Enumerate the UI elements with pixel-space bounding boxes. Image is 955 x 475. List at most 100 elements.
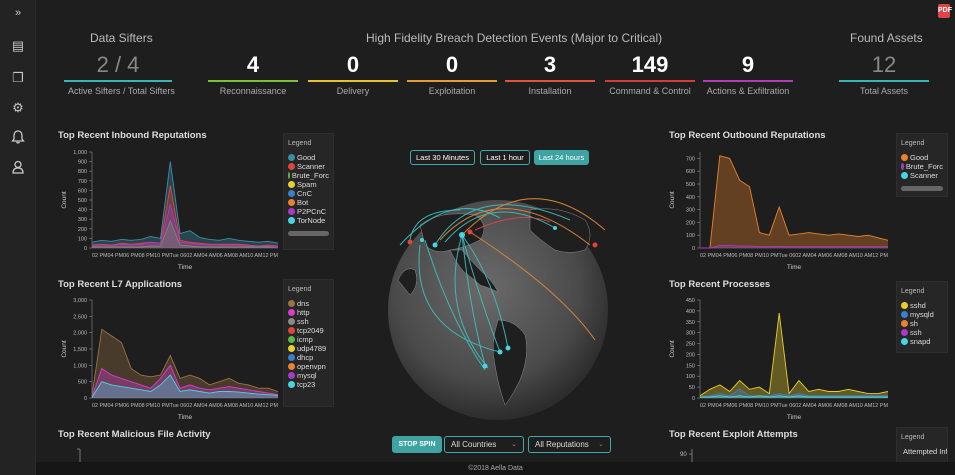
legend-label: tcp23	[297, 380, 316, 389]
legend-label: icmp	[297, 335, 313, 344]
y-tick-label: 350	[686, 320, 695, 326]
attack-globe[interactable]	[380, 170, 615, 432]
legend-item[interactable]: mysqld	[901, 310, 943, 319]
legend-swatch	[288, 217, 295, 224]
y-tick-label: 500	[686, 182, 695, 188]
series-area	[92, 161, 278, 248]
legend-item[interactable]: sshd	[901, 301, 943, 310]
legend-item[interactable]: dns	[288, 299, 329, 308]
legend-item[interactable]: Scanner	[288, 162, 329, 171]
bell-icon[interactable]	[9, 130, 27, 146]
legend-item[interactable]: Good	[901, 153, 943, 162]
legend-item[interactable]: ssh	[901, 328, 943, 337]
exploit-attempts-chart: 90	[680, 449, 693, 463]
y-tick-label: 1,500	[73, 347, 87, 353]
y-tick-label: 2,500	[73, 314, 87, 320]
found-assets-title: Found Assets	[850, 31, 923, 45]
legend-scrollbar[interactable]	[288, 231, 329, 236]
user-icon[interactable]	[9, 160, 27, 176]
inbound-reputations-title: Top Recent Inbound Reputations	[58, 130, 207, 141]
l7-legend: Legend dns http ssh tcp2049 icmp udp4789 dhcp op…	[283, 279, 334, 407]
legend-item[interactable]: Bot	[288, 198, 329, 207]
stop-spin-button[interactable]: STOP SPIN	[392, 436, 442, 453]
data-sifters-title: Data Sifters	[90, 31, 153, 45]
y-axis-label: Count	[669, 191, 676, 209]
kpi-bar	[605, 80, 695, 82]
legend-swatch	[288, 345, 295, 352]
x-tick-labels: 02 PM04 PM06 PM08 PM10 PMTue 0602 AM04 A…	[700, 403, 888, 409]
y-tick-label: 0	[692, 246, 695, 252]
legend-item[interactable]: Brute_Forc	[288, 171, 329, 180]
legend-item[interactable]: P2PCnC	[288, 207, 329, 216]
kpi-bar	[308, 80, 398, 82]
y-tick-label: 300	[78, 217, 87, 223]
countries-dropdown[interactable]: All Countries ⌄	[444, 436, 524, 453]
expand-chevrons-icon[interactable]: »	[9, 5, 27, 21]
legend-item[interactable]: dhcp	[288, 353, 329, 362]
legend-swatch	[288, 190, 295, 197]
legend-item[interactable]: snapd	[901, 337, 943, 346]
malicious-file-chart	[77, 448, 81, 463]
legend-label: Scanner	[297, 162, 325, 171]
legend-item[interactable]: TorNode	[288, 216, 329, 225]
reputations-dropdown[interactable]: All Reputations ⌄	[528, 436, 611, 453]
y-tick-label: 200	[78, 227, 87, 233]
legend-swatch	[288, 318, 295, 325]
legend-label: http	[297, 308, 310, 317]
legend-label: P2PCnC	[297, 207, 327, 216]
legend-label: sshd	[910, 301, 926, 310]
legend-item[interactable]: Spam	[288, 180, 329, 189]
malicious-file-title: Top Recent Malicious File Activity	[58, 429, 211, 440]
inbound-reputations-chart: 1,000 900 800 700 600 500 400 300 200 100 0 Count 02…	[61, 150, 279, 271]
legend-swatch	[288, 208, 295, 215]
sidebar: » ▤ ❐ ⚙	[0, 0, 36, 475]
legend-title: Legend	[901, 140, 925, 147]
y-tick-label: 200	[686, 220, 695, 226]
legend-item[interactable]: Brute_Forc	[901, 162, 943, 171]
y-tick-label: 700	[686, 156, 695, 162]
legend-swatch	[901, 172, 908, 179]
series-area	[700, 313, 888, 398]
legend-item[interactable]: CnC	[288, 189, 329, 198]
countries-dropdown-value: All Countries	[451, 440, 497, 449]
kpi-value: 12	[871, 52, 897, 77]
legend-item[interactable]: Good	[288, 153, 329, 162]
kpi-value: 3	[543, 52, 557, 77]
kpi-value: 0	[445, 52, 459, 77]
y-axis-label: Count	[61, 191, 68, 209]
legend-item[interactable]: ssh	[288, 317, 329, 326]
kpi-bar	[407, 80, 497, 82]
y-tick-label: 250	[686, 342, 695, 348]
legend-label: Good	[910, 153, 929, 162]
legend-item[interactable]: Scanner	[901, 171, 943, 180]
last-30-minutes-button[interactable]: Last 30 Minutes	[410, 150, 475, 165]
y-tick-label: 200	[686, 352, 695, 358]
legend-item[interactable]: udp4789	[288, 344, 329, 353]
last-24-hours-button[interactable]: Last 24 hours	[534, 150, 589, 165]
settings-gears-icon[interactable]: ⚙	[9, 100, 27, 116]
dashboard-card-icon[interactable]: ▤	[9, 38, 27, 54]
legend-scrollbar[interactable]	[901, 186, 943, 191]
last-1-hour-button[interactable]: Last 1 hour	[480, 150, 530, 165]
y-tick-label: 100	[78, 236, 87, 242]
kpi-bar	[64, 80, 172, 82]
outbound-reputations-chart: 700 600 500 400 300 200 100 0 Count 02 PM04 PM06 …	[669, 152, 889, 271]
legend-swatch	[901, 338, 908, 345]
series-line	[699, 313, 889, 397]
legend-item[interactable]: tcp2049	[288, 326, 329, 335]
legend-item[interactable]: mysql	[288, 371, 329, 380]
documents-icon[interactable]: ❐	[9, 70, 27, 86]
legend-item[interactable]: Attempted Informatior Leak	[901, 447, 947, 456]
outbound-reputations-title: Top Recent Outbound Reputations	[669, 130, 826, 141]
legend-item[interactable]: sh	[901, 319, 943, 328]
l7-applications-title: Top Recent L7 Applications	[58, 279, 183, 290]
kpi-label: Installation	[528, 86, 572, 96]
legend-item[interactable]: openvpn	[288, 362, 329, 371]
pdf-export-icon[interactable]: PDF	[938, 4, 952, 18]
legend-item[interactable]: http	[288, 308, 329, 317]
dashboard: » ▤ ❐ ⚙ PDF Data Sifters High Fidelity B…	[0, 0, 955, 475]
legend-item[interactable]: tcp23	[288, 380, 329, 389]
legend-swatch	[288, 354, 295, 361]
legend-item[interactable]: icmp	[288, 335, 329, 344]
legend-label: Attempted Informatior Leak	[903, 447, 948, 456]
